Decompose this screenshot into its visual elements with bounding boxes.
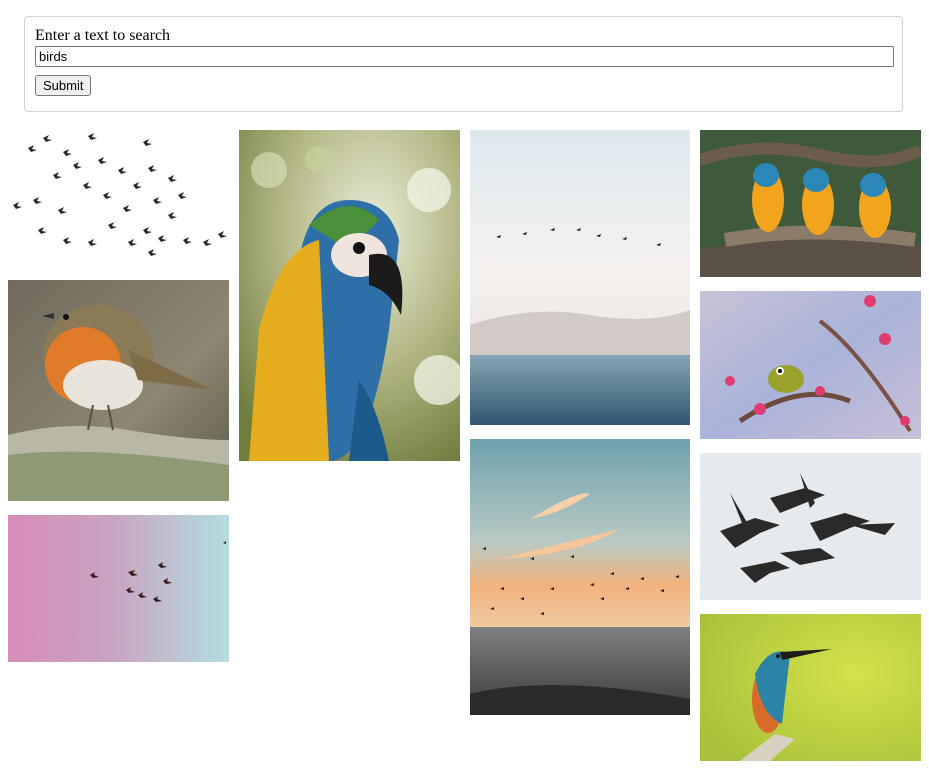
flock-of-birds-white-sky-image[interactable]	[8, 130, 229, 268]
three-macaws-on-branch-image[interactable]	[700, 130, 921, 277]
robin-on-mossy-branch-image[interactable]	[8, 280, 229, 501]
search-input[interactable]	[35, 46, 894, 67]
flying-geese-image[interactable]	[700, 453, 921, 600]
submit-button[interactable]: Submit	[35, 75, 92, 96]
white-eye-on-blossom-branch-image[interactable]	[700, 291, 921, 439]
birds-over-sea-horizon-image[interactable]	[470, 130, 690, 425]
blue-yellow-macaw-closeup-image[interactable]	[239, 130, 460, 461]
birds-over-sunset-sea-image[interactable]	[470, 439, 690, 715]
search-form: Enter a text to search Submit	[24, 16, 903, 112]
birds-over-pink-teal-sky-image[interactable]	[8, 515, 229, 662]
kingfisher-on-branch-image[interactable]	[700, 614, 921, 761]
search-label: Enter a text to search	[35, 27, 171, 44]
